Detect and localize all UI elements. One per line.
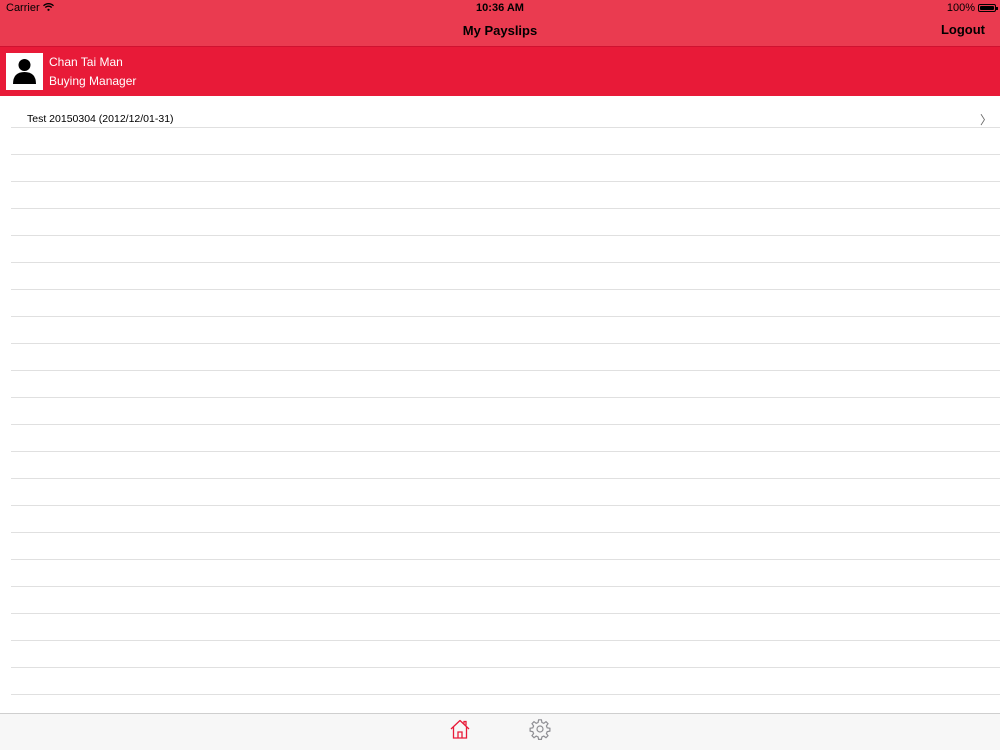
empty-row — [11, 479, 1000, 506]
logout-button[interactable]: Logout — [941, 22, 985, 37]
empty-row — [11, 209, 1000, 236]
payslip-list: Test 20150304 (2012/12/01-31) 〉 — [0, 96, 1000, 713]
payslip-label: Test 20150304 (2012/12/01-31) — [27, 113, 174, 125]
page-title: My Payslips — [462, 23, 538, 38]
empty-row — [11, 155, 1000, 182]
empty-row — [11, 263, 1000, 290]
profile-header: Chan Tai Man Buying Manager — [0, 46, 1000, 96]
tab-home[interactable] — [449, 718, 471, 740]
battery-percent: 100% — [946, 2, 975, 14]
status-time: 10:36 AM — [476, 2, 524, 14]
empty-row — [11, 533, 1000, 560]
top-bar: Carrier 10:36 AM 100% My Payslips Logout — [0, 0, 1000, 46]
empty-row — [11, 560, 1000, 587]
tab-bar — [0, 713, 1000, 750]
empty-row — [11, 398, 1000, 425]
empty-row — [11, 344, 1000, 371]
avatar — [6, 53, 43, 90]
empty-row — [11, 236, 1000, 263]
empty-row — [11, 452, 1000, 479]
tab-settings[interactable] — [529, 718, 551, 740]
gear-icon — [529, 719, 551, 740]
battery-icon — [978, 4, 998, 12]
empty-row — [11, 668, 1000, 695]
empty-row — [11, 290, 1000, 317]
profile-role: Buying Manager — [49, 74, 137, 88]
empty-row — [11, 182, 1000, 209]
empty-row — [11, 641, 1000, 668]
profile-name: Chan Tai Man — [49, 55, 123, 69]
empty-row — [11, 506, 1000, 533]
chevron-right-icon: 〉 — [979, 113, 992, 127]
payslip-row[interactable]: Test 20150304 (2012/12/01-31) 〉 — [11, 101, 1000, 128]
status-battery: 100% — [946, 2, 998, 14]
empty-row — [11, 614, 1000, 641]
payslips-screen: Carrier 10:36 AM 100% My Payslips Logout… — [0, 0, 1000, 750]
empty-row — [11, 128, 1000, 155]
home-icon — [450, 719, 470, 739]
person-icon — [13, 59, 36, 84]
empty-row — [11, 587, 1000, 614]
empty-row — [11, 317, 1000, 344]
empty-row — [11, 371, 1000, 398]
empty-row — [11, 425, 1000, 452]
